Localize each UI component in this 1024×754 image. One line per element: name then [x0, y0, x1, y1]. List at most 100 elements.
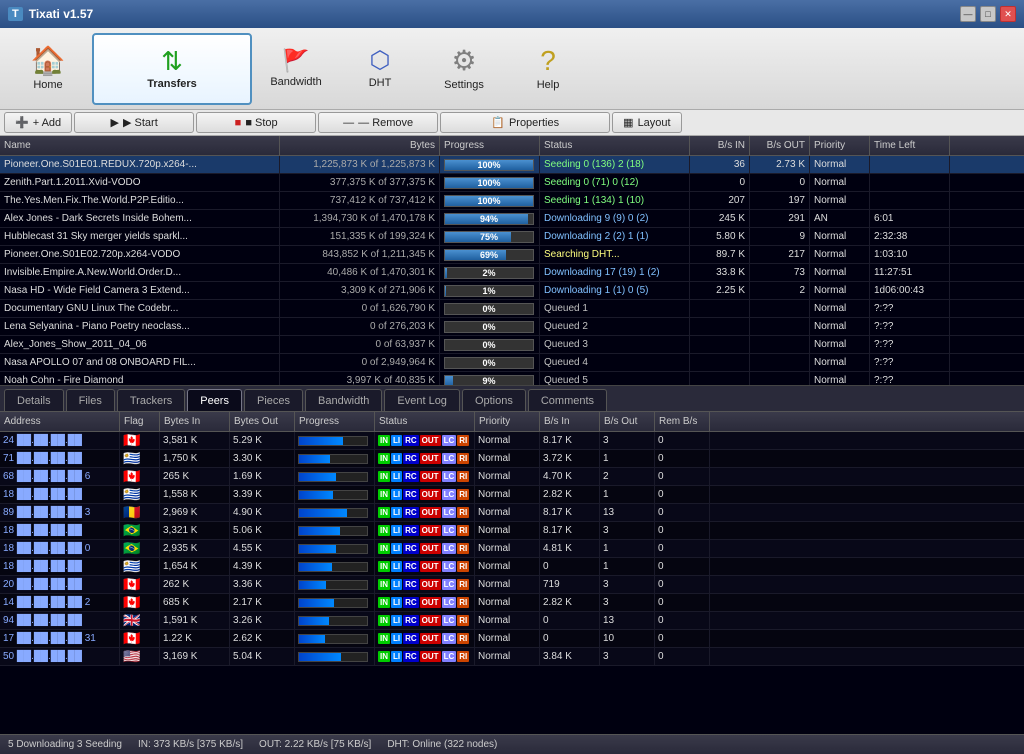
- transfer-timeleft: ?:??: [870, 300, 950, 317]
- properties-icon: 📋: [491, 116, 505, 129]
- transfer-progress: 69%: [440, 246, 540, 263]
- help-button[interactable]: ? Help: [508, 33, 588, 105]
- peer-row[interactable]: 17 ██.██.██.██ 31 🇨🇦 1.22 K 2.62 K IN LI…: [0, 630, 1024, 648]
- transfer-row[interactable]: Invisible.Empire.A.New.World.Order.D... …: [0, 264, 1024, 282]
- layout-button[interactable]: ▦ Layout: [612, 112, 681, 133]
- tab-eventlog[interactable]: Event Log: [384, 389, 460, 411]
- peer-bsin: 3.72 K: [540, 450, 600, 467]
- peer-bsin: 2.82 K: [540, 486, 600, 503]
- peer-row[interactable]: 20 ██.██.██.██ 🇨🇦 262 K 3.36 K IN LI RC …: [0, 576, 1024, 594]
- transfer-bytes: 377,375 K of 377,375 K: [280, 174, 440, 191]
- peer-row[interactable]: 18 ██.██.██.██ 🇧🇷 3,321 K 5.06 K IN LI R…: [0, 522, 1024, 540]
- maximize-button[interactable]: □: [980, 6, 996, 22]
- transfer-progress: 1%: [440, 282, 540, 299]
- start-button[interactable]: ▶ ▶ Start: [74, 112, 194, 133]
- transfer-progress: 75%: [440, 228, 540, 245]
- peer-row[interactable]: 24 ██.██.██.██ 🇨🇦 3,581 K 5.29 K IN LI R…: [0, 432, 1024, 450]
- transfer-row[interactable]: Zenith.Part.1.2011.Xvid-VODO 377,375 K o…: [0, 174, 1024, 192]
- bandwidth-button[interactable]: 🚩 Bandwidth: [256, 33, 336, 105]
- peer-flag: 🇨🇦: [120, 630, 160, 647]
- transfer-bytes: 843,852 K of 1,211,345 K: [280, 246, 440, 263]
- transfers-button[interactable]: ⇅ Transfers: [92, 33, 252, 105]
- tab-trackers[interactable]: Trackers: [117, 389, 185, 411]
- tab-options[interactable]: Options: [462, 389, 526, 411]
- peer-row[interactable]: 94 ██.██.██.██ 🇬🇧 1,591 K 3.26 K IN LI R…: [0, 612, 1024, 630]
- peer-row[interactable]: 50 ██.██.██.██ 🇺🇸 3,169 K 5.04 K IN LI R…: [0, 648, 1024, 666]
- transfer-row[interactable]: Nasa APOLLO 07 and 08 ONBOARD FIL... 0 o…: [0, 354, 1024, 372]
- transfer-row[interactable]: Documentary GNU Linux The Codebr... 0 of…: [0, 300, 1024, 318]
- peer-bytesin: 685 K: [160, 594, 230, 611]
- peer-row[interactable]: 68 ██.██.██.██ 6 🇨🇦 265 K 1.69 K IN LI R…: [0, 468, 1024, 486]
- dht-button[interactable]: ⬡ DHT: [340, 33, 420, 105]
- peer-flag: 🇧🇷: [120, 540, 160, 557]
- home-button[interactable]: 🏠 Home: [8, 33, 88, 105]
- layout-icon: ▦: [623, 116, 633, 129]
- peer-progress: [295, 504, 375, 521]
- transfer-name: Noah Cohn - Fire Diamond: [0, 372, 280, 386]
- transfer-row[interactable]: Nasa HD - Wide Field Camera 3 Extend... …: [0, 282, 1024, 300]
- transfer-row[interactable]: Alex_Jones_Show_2011_04_06 0 of 63,937 K…: [0, 336, 1024, 354]
- peer-row[interactable]: 71 ██.██.██.██ 🇺🇾 1,750 K 3.30 K IN LI R…: [0, 450, 1024, 468]
- transfer-rows: Pioneer.One.S01E01.REDUX.720p.x264-... 1…: [0, 156, 1024, 386]
- peer-bytesout: 3.39 K: [230, 486, 295, 503]
- peer-row[interactable]: 18 ██.██.██.██ 0 🇧🇷 2,935 K 4.55 K IN LI…: [0, 540, 1024, 558]
- transfer-bsin: 0: [690, 174, 750, 191]
- tab-comments[interactable]: Comments: [528, 389, 607, 411]
- tab-peers[interactable]: Peers: [187, 389, 242, 411]
- transfer-status: Queued 3: [540, 336, 690, 353]
- titlebar: T Tixati v1.57 — □ ✕: [0, 0, 1024, 28]
- tab-bandwidth[interactable]: Bandwidth: [305, 389, 382, 411]
- peer-status: IN LI RC OUT LC RI: [375, 540, 475, 557]
- settings-button[interactable]: ⚙ Settings: [424, 33, 504, 105]
- peer-progress: [295, 594, 375, 611]
- transfer-priority: Normal: [810, 318, 870, 335]
- transfer-timeleft: ?:??: [870, 336, 950, 353]
- peer-row[interactable]: 18 ██.██.██.██ 🇺🇾 1,558 K 3.39 K IN LI R…: [0, 486, 1024, 504]
- stop-icon: ■: [235, 117, 242, 129]
- transfer-timeleft: ?:??: [870, 372, 950, 386]
- peer-bytesin: 3,169 K: [160, 648, 230, 665]
- transfer-name: Alex_Jones_Show_2011_04_06: [0, 336, 280, 353]
- transfer-bytes: 0 of 1,626,790 K: [280, 300, 440, 317]
- tab-pieces[interactable]: Pieces: [244, 389, 303, 411]
- header-status: Status: [540, 136, 690, 155]
- transfer-row[interactable]: Hubblecast 31 Sky merger yields sparkl..…: [0, 228, 1024, 246]
- transfer-timeleft: 11:27:51: [870, 264, 950, 281]
- add-button[interactable]: ➕ + Add: [4, 112, 72, 133]
- close-button[interactable]: ✕: [1000, 6, 1016, 22]
- transfer-row[interactable]: Alex Jones - Dark Secrets Inside Bohem..…: [0, 210, 1024, 228]
- peer-row[interactable]: 14 ██.██.██.██ 2 🇨🇦 685 K 2.17 K IN LI R…: [0, 594, 1024, 612]
- minimize-button[interactable]: —: [960, 6, 976, 22]
- transfer-row[interactable]: Pioneer.One.S01E01.REDUX.720p.x264-... 1…: [0, 156, 1024, 174]
- peers-header-progress: Progress: [295, 412, 375, 431]
- transfer-status: Seeding 0 (136) 2 (18): [540, 156, 690, 173]
- help-icon: ?: [540, 47, 556, 75]
- transfer-status: Queued 4: [540, 354, 690, 371]
- transfer-bytes: 1,394,730 K of 1,470,178 K: [280, 210, 440, 227]
- properties-button[interactable]: 📋 Properties: [440, 112, 610, 133]
- transfer-bsout: 0: [750, 174, 810, 191]
- peer-row[interactable]: 18 ██.██.██.██ 🇺🇾 1,654 K 4.39 K IN LI R…: [0, 558, 1024, 576]
- transfer-bsout: [750, 336, 810, 353]
- stop-button[interactable]: ■ ■ Stop: [196, 112, 316, 133]
- transfer-bsin: [690, 300, 750, 317]
- transfer-row[interactable]: The.Yes.Men.Fix.The.World.P2P.Editio... …: [0, 192, 1024, 210]
- transfer-row[interactable]: Pioneer.One.S01E02.720p.x264-VODO 843,85…: [0, 246, 1024, 264]
- tab-files[interactable]: Files: [66, 389, 115, 411]
- tab-details[interactable]: Details: [4, 389, 64, 411]
- remove-button[interactable]: — — Remove: [318, 112, 438, 133]
- transfer-row[interactable]: Noah Cohn - Fire Diamond 3,997 K of 40,8…: [0, 372, 1024, 386]
- peer-bytesout: 5.06 K: [230, 522, 295, 539]
- transfer-status: Seeding 1 (134) 1 (10): [540, 192, 690, 209]
- bandwidth-label: Bandwidth: [270, 76, 321, 88]
- transfer-timeleft: [870, 192, 950, 209]
- peers-header-bsin: B/s In: [540, 412, 600, 431]
- peer-priority: Normal: [475, 540, 540, 557]
- peer-row[interactable]: 89 ██.██.██.██ 3 🇷🇴 2,969 K 4.90 K IN LI…: [0, 504, 1024, 522]
- transfer-row[interactable]: Lena Selyanina - Piano Poetry neoclass..…: [0, 318, 1024, 336]
- peer-priority: Normal: [475, 648, 540, 665]
- peer-bytesout: 5.04 K: [230, 648, 295, 665]
- transfer-timeleft: 2:32:38: [870, 228, 950, 245]
- transfer-progress: 0%: [440, 336, 540, 353]
- peers-header-address: Address: [0, 412, 120, 431]
